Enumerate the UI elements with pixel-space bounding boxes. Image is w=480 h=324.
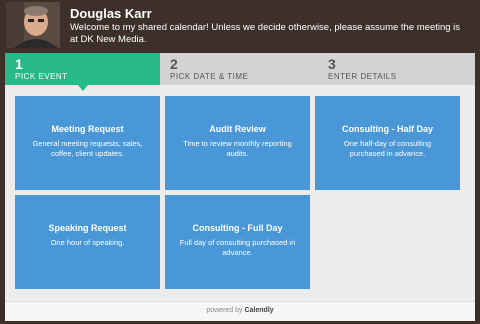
powered-by-label: powered by (206, 307, 243, 314)
event-card-consulting-full-day[interactable]: Consulting - Full Day Full day of consul… (165, 195, 310, 289)
event-title: Consulting - Half Day (341, 124, 433, 134)
step-label: PICK EVENT (15, 72, 68, 81)
event-title: Meeting Request (51, 124, 124, 134)
event-description: One half-day of consulting purchased in … (343, 139, 432, 158)
step-number: 1 (15, 56, 23, 72)
welcome-message: Welcome to my shared calendar! Unless we… (70, 22, 461, 45)
event-title: Audit Review (209, 124, 266, 134)
active-step-arrow-icon (78, 85, 88, 91)
event-title: Consulting - Full Day (192, 223, 283, 233)
person-photo-icon (6, 2, 60, 48)
step-pick-date-time[interactable]: 2 PICK DATE & TIME (160, 53, 318, 85)
step-enter-details[interactable]: 3 ENTER DETAILS (318, 53, 475, 85)
step-label: PICK DATE & TIME (170, 72, 249, 81)
event-description: Time to review monthly reporting audits. (183, 139, 292, 158)
event-description: One hour of speaking. (50, 238, 125, 247)
event-description: Full day of consulting purchased in adva… (179, 238, 296, 257)
step-indicator: 1 PICK EVENT 2 PICK DATE & TIME 3 ENTER … (5, 53, 475, 85)
step-label: ENTER DETAILS (328, 72, 397, 81)
header-bar: Douglas Karr Welcome to my shared calend… (0, 0, 480, 53)
footer: powered by Calendly (5, 301, 475, 321)
event-title: Speaking Request (48, 223, 127, 233)
event-card-speaking-request[interactable]: Speaking Request One hour of speaking. (15, 195, 160, 289)
event-description: General meeting requests, sales, coffee,… (32, 139, 143, 158)
avatar (6, 2, 60, 48)
booking-panel: 1 PICK EVENT 2 PICK DATE & TIME 3 ENTER … (5, 53, 475, 321)
event-card-meeting-request[interactable]: Meeting Request General meeting requests… (15, 96, 160, 190)
step-pick-event[interactable]: 1 PICK EVENT (5, 53, 160, 85)
step-number: 3 (328, 56, 336, 72)
event-card-audit-review[interactable]: Audit Review Time to review monthly repo… (165, 96, 310, 190)
calendly-link[interactable]: Calendly (244, 307, 273, 314)
host-name: Douglas Karr (70, 6, 152, 21)
event-card-consulting-half-day[interactable]: Consulting - Half Day One half-day of co… (315, 96, 460, 190)
step-number: 2 (170, 56, 178, 72)
